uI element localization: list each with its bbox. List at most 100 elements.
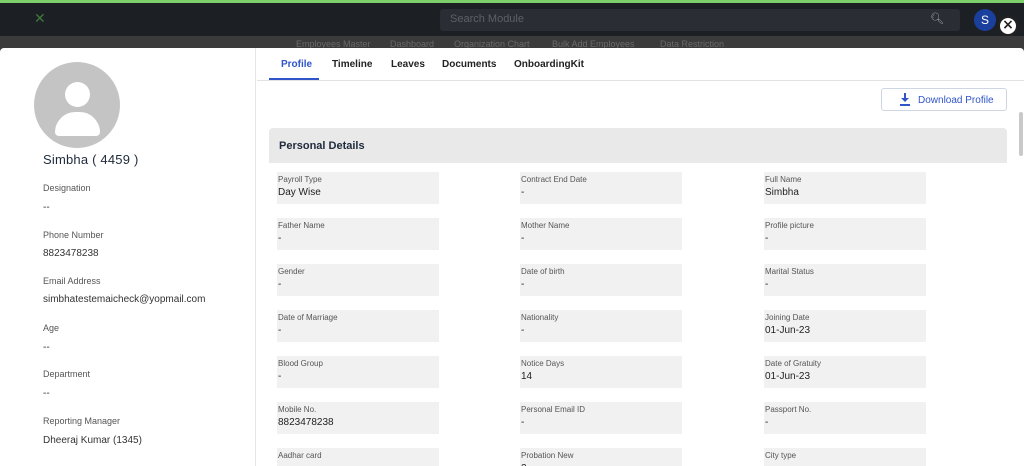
detail-field: Gender - bbox=[277, 264, 439, 296]
tab-documents[interactable]: Documents bbox=[442, 59, 496, 70]
detail-field: Joining Date 01-Jun-23 bbox=[764, 310, 926, 342]
search-input: Search Module bbox=[440, 9, 960, 31]
section-header: Personal Details bbox=[269, 128, 1007, 163]
detail-field: Probation New2 bbox=[520, 448, 682, 466]
detail-field: Full Name Simbha bbox=[764, 172, 926, 204]
detail-field-label: Gender bbox=[278, 267, 305, 276]
detail-field-value: - bbox=[765, 279, 769, 290]
detail-field: Passport No. - bbox=[764, 402, 926, 434]
age-value: -- bbox=[43, 342, 50, 353]
detail-field-label: Contract End Date bbox=[521, 175, 587, 184]
employee-profile-modal: Simbha ( 4459 ) Designation -- Phone Num… bbox=[0, 48, 1024, 466]
detail-field-value: - bbox=[278, 371, 282, 382]
department-label: Department bbox=[43, 369, 91, 379]
detail-field-value: - bbox=[765, 233, 769, 244]
detail-field: Marital Status - bbox=[764, 264, 926, 296]
detail-field-label: Aadhar card bbox=[278, 451, 322, 460]
personal-details-grid: Payroll Type Day Wise Contract End Date - Fu… bbox=[269, 163, 1007, 466]
detail-field-value: 01-Jun-23 bbox=[765, 325, 811, 336]
detail-field: Notice Days 14 bbox=[520, 356, 682, 388]
personal-details-section: Personal Details Payroll Type Day Wise Con… bbox=[269, 128, 1007, 466]
section-title: Personal Details bbox=[279, 140, 365, 152]
detail-field: Mother Name - bbox=[520, 218, 682, 250]
detail-field: City type- bbox=[764, 448, 926, 466]
scrollbar[interactable] bbox=[1019, 112, 1023, 156]
detail-field: Date of birth - bbox=[520, 264, 682, 296]
detail-field-label: City type bbox=[765, 451, 797, 460]
detail-field: Personal Email ID - bbox=[520, 402, 682, 434]
tab-timeline[interactable]: Timeline bbox=[332, 59, 372, 70]
detail-field-label: Personal Email ID bbox=[521, 405, 586, 414]
detail-field: Profile picture - bbox=[764, 218, 926, 250]
detail-field: Date of Gratuity 01-Jun-23 bbox=[764, 356, 926, 388]
app-header-background: ✕ Search Module 🔍︎ S bbox=[0, 0, 1024, 36]
app-logo-icon: ✕ bbox=[34, 11, 46, 27]
employee-name: Simbha ( 4459 ) bbox=[43, 152, 139, 167]
profile-tabs: Profile Timeline Leaves Documents Onboar… bbox=[257, 48, 1024, 81]
detail-field-label: Mobile No. bbox=[278, 405, 317, 414]
detail-field-label: Full Name bbox=[765, 175, 802, 184]
tab-onboardingkit[interactable]: OnboardingKit bbox=[514, 59, 584, 70]
detail-field-value: - bbox=[521, 325, 525, 336]
detail-field-label: Probation New bbox=[521, 451, 574, 460]
download-profile-label: Download Profile bbox=[918, 95, 994, 106]
detail-field: Blood Group - bbox=[277, 356, 439, 388]
designation-value: -- bbox=[43, 202, 50, 213]
detail-field: Mobile No. 8823478238 bbox=[277, 402, 439, 434]
detail-field-label: Marital Status bbox=[765, 267, 814, 276]
detail-field: Aadhar card- bbox=[277, 448, 439, 466]
email-value: simbhatestemaicheck@yopmail.com bbox=[43, 294, 206, 305]
detail-field: Nationality - bbox=[520, 310, 682, 342]
search-icon: 🔍︎ bbox=[930, 13, 944, 25]
detail-field-value: - bbox=[278, 233, 282, 244]
person-icon-body bbox=[55, 112, 100, 136]
detail-field-label: Profile picture bbox=[765, 221, 814, 230]
active-tab-indicator bbox=[269, 78, 319, 80]
department-value: -- bbox=[43, 388, 50, 399]
download-icon bbox=[900, 93, 910, 106]
detail-field-label: Blood Group bbox=[278, 359, 323, 368]
detail-field-value: - bbox=[521, 187, 525, 198]
avatar bbox=[34, 62, 120, 148]
detail-field-value: - bbox=[521, 279, 525, 290]
detail-field: Date of Marriage - bbox=[277, 310, 439, 342]
detail-field-label: Payroll Type bbox=[278, 175, 322, 184]
profile-content: Profile Timeline Leaves Documents Onboar… bbox=[257, 48, 1024, 466]
detail-field-label: Mother Name bbox=[521, 221, 570, 230]
phone-label: Phone Number bbox=[43, 230, 104, 240]
download-profile-button[interactable]: Download Profile bbox=[881, 88, 1007, 111]
detail-field-label: Date of Gratuity bbox=[765, 359, 822, 368]
user-avatar: S bbox=[974, 9, 996, 31]
detail-field-label: Nationality bbox=[521, 313, 559, 322]
detail-field-label: Date of Marriage bbox=[278, 313, 338, 322]
detail-field-label: Passport No. bbox=[765, 405, 812, 414]
close-modal-button[interactable]: × bbox=[998, 16, 1018, 36]
age-label: Age bbox=[43, 323, 60, 333]
detail-field-value: Simbha bbox=[765, 187, 799, 198]
detail-field: Payroll Type Day Wise bbox=[277, 172, 439, 204]
detail-field-value: - bbox=[765, 417, 769, 428]
detail-field-value: 01-Jun-23 bbox=[765, 371, 811, 382]
designation-label: Designation bbox=[43, 183, 91, 193]
profile-sidebar: Simbha ( 4459 ) Designation -- Phone Num… bbox=[0, 48, 256, 466]
tab-leaves[interactable]: Leaves bbox=[391, 59, 425, 70]
detail-field-label: Notice Days bbox=[521, 359, 565, 368]
tab-profile[interactable]: Profile bbox=[281, 59, 312, 70]
detail-field-label: Date of birth bbox=[521, 267, 565, 276]
email-label: Email Address bbox=[43, 276, 101, 286]
detail-field-label: Father Name bbox=[278, 221, 325, 230]
reporting-manager-value: Dheeraj Kumar (1345) bbox=[43, 435, 142, 446]
detail-field-value: - bbox=[278, 279, 282, 290]
person-icon-head bbox=[65, 82, 90, 107]
detail-field: Contract End Date - bbox=[520, 172, 682, 204]
detail-field: Father Name - bbox=[277, 218, 439, 250]
phone-value: 8823478238 bbox=[43, 248, 99, 259]
detail-field-value: - bbox=[521, 417, 525, 428]
detail-field-value: 8823478238 bbox=[278, 417, 334, 428]
detail-field-value: Day Wise bbox=[278, 187, 321, 198]
detail-field-label: Joining Date bbox=[765, 313, 810, 322]
detail-field-value: 14 bbox=[521, 371, 533, 382]
reporting-manager-label: Reporting Manager bbox=[43, 416, 121, 426]
detail-field-value: - bbox=[521, 233, 525, 244]
detail-field-value: - bbox=[278, 325, 282, 336]
